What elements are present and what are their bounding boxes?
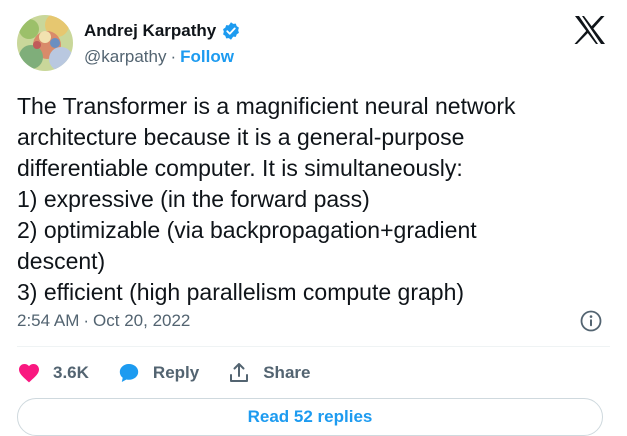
tweet-line: The Transformer is a magnificient neural… xyxy=(17,93,516,119)
author-handle-row: @karpathy · Follow xyxy=(84,47,234,67)
author-name-row: Andrej Karpathy xyxy=(84,20,241,42)
handle-separator: · xyxy=(170,47,177,66)
tweet-line: differentiable computer. It is simultane… xyxy=(17,155,463,181)
follow-button[interactable]: Follow xyxy=(180,47,234,67)
timestamp-separator: · xyxy=(83,311,90,330)
tweet-line: 3) efficient (high parallelism compute g… xyxy=(17,279,465,305)
tweet-line: descent) xyxy=(17,248,106,274)
tweet-actions: 3.6K Reply Share xyxy=(17,357,338,389)
tweet-time[interactable]: 2:54 AM xyxy=(17,311,79,331)
author-name[interactable]: Andrej Karpathy xyxy=(84,21,216,41)
share-icon xyxy=(230,363,249,382)
tweet-text: The Transformer is a magnificient neural… xyxy=(17,91,617,308)
tweet-date[interactable]: Oct 20, 2022 xyxy=(93,311,190,331)
share-label: Share xyxy=(263,363,311,382)
avatar[interactable] xyxy=(17,15,73,71)
reply-label: Reply xyxy=(152,363,200,382)
like-count: 3.6K xyxy=(53,363,89,382)
verified-badge-icon xyxy=(221,21,241,41)
tweet-timestamp: 2:54 AM · Oct 20, 2022 xyxy=(17,311,190,331)
tweet-line: 1) expressive (in the forward pass) xyxy=(17,186,370,212)
info-icon[interactable] xyxy=(579,309,603,333)
author-handle[interactable]: @karpathy xyxy=(84,47,166,67)
share-button[interactable]: Share xyxy=(227,361,310,385)
divider xyxy=(17,346,610,347)
reply-button[interactable]: Reply xyxy=(117,361,199,385)
tweet-line: architecture because it is a general-pur… xyxy=(17,124,465,150)
read-replies-button[interactable]: Read 52 replies xyxy=(17,398,603,436)
like-button[interactable]: 3.6K xyxy=(17,361,89,385)
x-logo-icon[interactable] xyxy=(574,15,606,45)
tweet-line: 2) optimizable (via backpropagation+grad… xyxy=(17,217,477,243)
heart-icon xyxy=(19,364,39,383)
reply-bubble-icon xyxy=(119,364,139,382)
